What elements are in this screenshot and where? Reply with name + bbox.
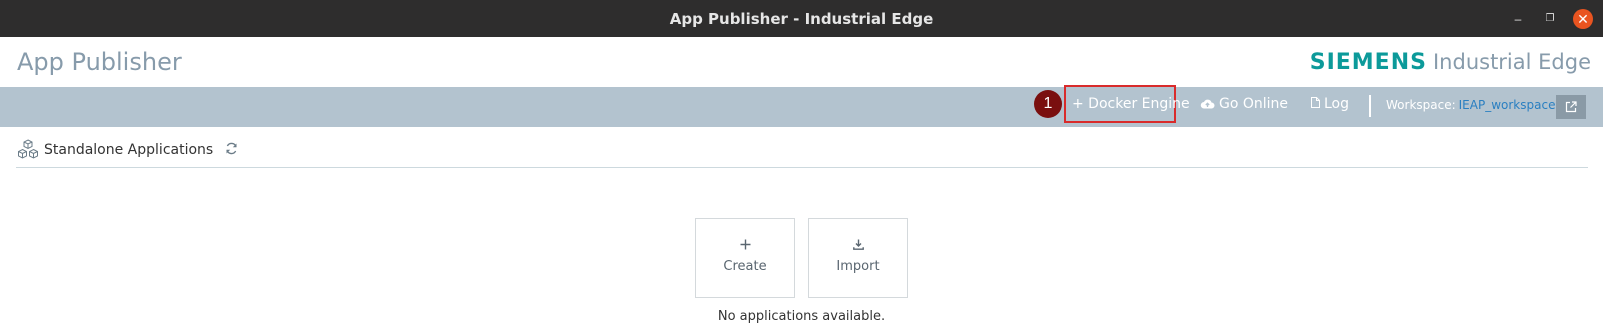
window-title: App Publisher - Industrial Edge (669, 10, 934, 28)
go-online-button[interactable]: Go Online (1200, 96, 1288, 112)
import-button[interactable]: Import (808, 218, 908, 298)
brand-logo: SIEMENS Industrial Edge (1310, 50, 1591, 75)
workspace-info: Workspace: IEAP_workspace (1386, 98, 1555, 112)
minimize-button[interactable]: – (1508, 9, 1528, 29)
log-button[interactable]: Log (1311, 96, 1349, 112)
section-divider (16, 167, 1588, 168)
section-header: Standalone Applications (16, 136, 238, 164)
maximize-button[interactable]: ❐ (1540, 9, 1560, 29)
app-header: App Publisher SIEMENS Industrial Edge (0, 37, 1603, 87)
workspace-link[interactable]: IEAP_workspace (1459, 98, 1556, 112)
app-title: App Publisher (17, 48, 182, 76)
step-marker: 1 (1034, 90, 1062, 118)
brand-name: SIEMENS (1309, 50, 1427, 75)
toolbar: 1 + Docker Engine Go Online Log Workspac… (0, 85, 1603, 127)
empty-state-message: No applications available. (717, 309, 886, 324)
workspace-label: Workspace: (1386, 98, 1456, 112)
go-online-label: Go Online (1219, 96, 1289, 112)
docker-engine-button[interactable]: + Docker Engine (1072, 96, 1190, 112)
log-label: Log (1324, 96, 1350, 112)
download-icon (809, 237, 907, 255)
import-label: Import (836, 259, 880, 274)
toolbar-separator (1369, 95, 1371, 117)
create-label: Create (723, 259, 767, 274)
refresh-button[interactable] (225, 141, 238, 159)
open-external-button[interactable] (1556, 95, 1586, 119)
external-link-icon (1565, 101, 1577, 113)
create-button[interactable]: Create (695, 218, 795, 298)
plus-icon (696, 237, 794, 255)
brand-product: Industrial Edge (1432, 50, 1591, 74)
refresh-icon (226, 142, 237, 155)
document-icon (1311, 97, 1320, 108)
window-titlebar: App Publisher - Industrial Edge – ❐ ✕ (0, 0, 1603, 37)
section-title: Standalone Applications (44, 142, 214, 158)
close-button[interactable]: ✕ (1573, 9, 1593, 29)
cloud-upload-icon (1200, 99, 1215, 109)
cubes-icon (18, 139, 38, 159)
